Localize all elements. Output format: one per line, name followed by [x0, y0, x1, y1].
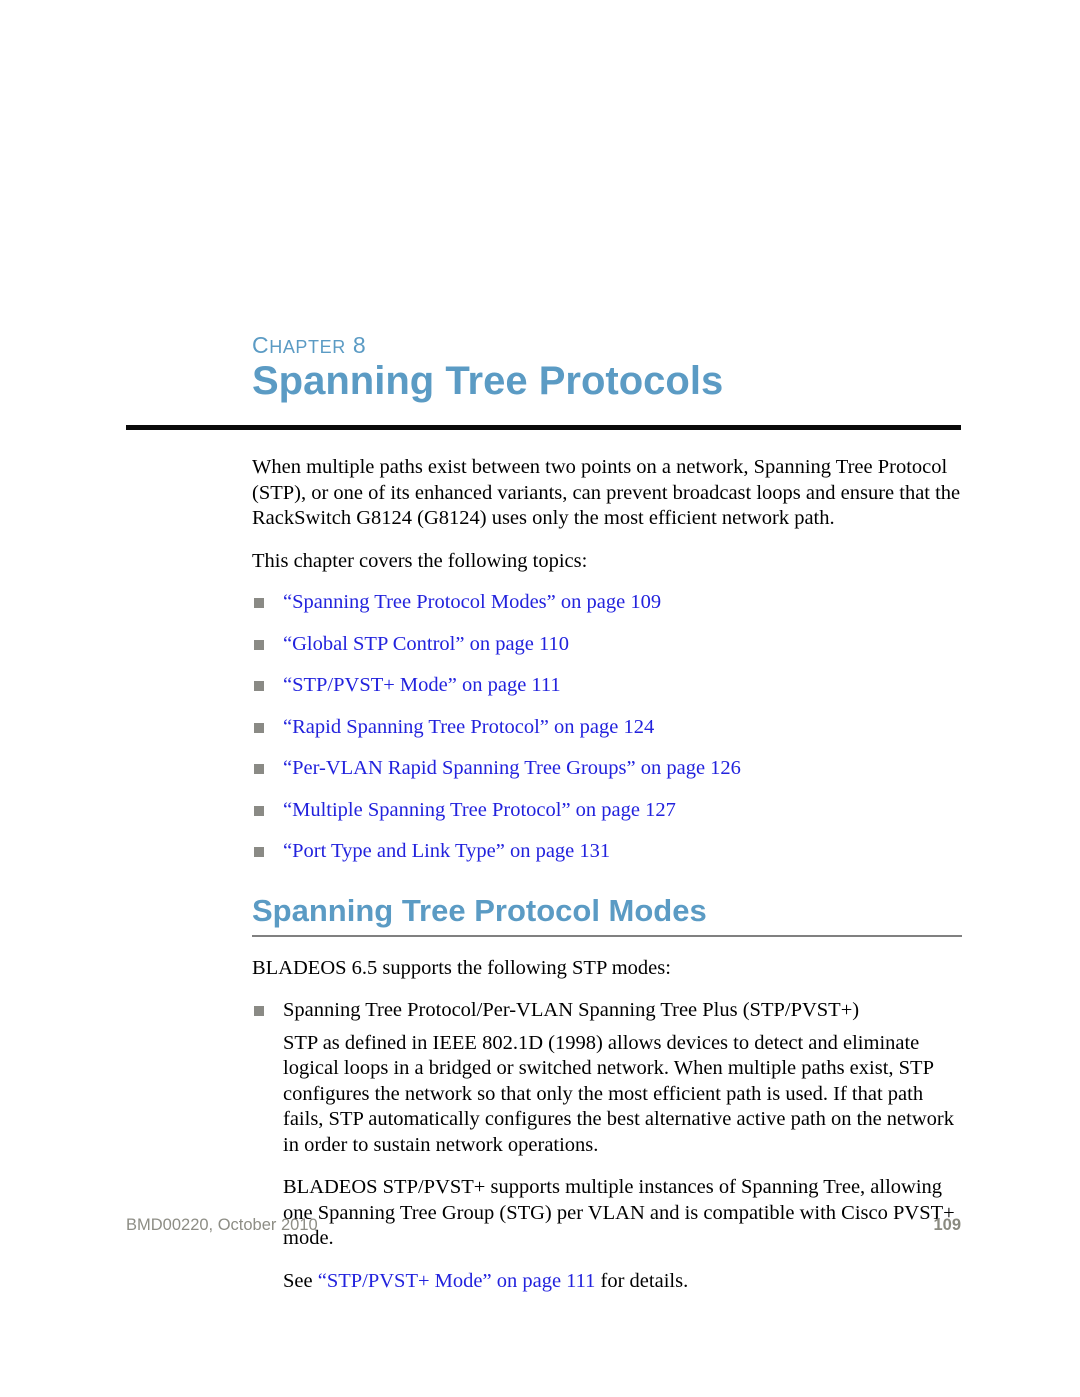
chapter-divider-rule: [126, 425, 961, 430]
topic-link[interactable]: “Port Type and Link Type” on page 131: [283, 840, 610, 862]
section-divider-rule: [252, 935, 962, 938]
topic-link[interactable]: “Rapid Spanning Tree Protocol” on page 1…: [283, 716, 654, 738]
square-bullet-icon: [254, 639, 264, 650]
page-number: 109: [933, 1216, 961, 1234]
see-reference-line: See “STP/PVST+ Mode” on page 111 for det…: [283, 1269, 962, 1295]
document-id: BMD00220, October 2010: [126, 1216, 318, 1234]
list-item[interactable]: “Rapid Spanning Tree Protocol” on page 1…: [252, 715, 962, 748]
list-item: Spanning Tree Protocol/Per-VLAN Spanning…: [252, 998, 962, 1031]
square-bullet-icon: [254, 847, 264, 857]
section-intro-paragraph: BLADEOS 6.5 supports the following STP m…: [252, 957, 671, 980]
list-item[interactable]: “Global STP Control” on page 110: [252, 632, 962, 665]
section-body: BLADEOS 6.5 supports the following STP m…: [252, 956, 962, 1294]
square-bullet-icon: [254, 722, 264, 733]
square-bullet-icon: [254, 681, 264, 691]
see-reference-link[interactable]: “STP/PVST+ Mode” on page 111: [318, 1270, 596, 1292]
stp-modes-list: Spanning Tree Protocol/Per-VLAN Spanning…: [252, 998, 962, 1031]
list-item[interactable]: “Multiple Spanning Tree Protocol” on pag…: [252, 798, 962, 831]
page-footer: BMD00220, October 2010 109: [126, 1216, 961, 1235]
square-bullet-icon: [254, 805, 264, 816]
intro-paragraph-2: This chapter covers the following topics…: [252, 549, 588, 572]
list-item[interactable]: “Port Type and Link Type” on page 131: [252, 839, 962, 872]
list-item[interactable]: “Per-VLAN Rapid Spanning Tree Groups” on…: [252, 756, 962, 789]
list-item[interactable]: “STP/PVST+ Mode” on page 111: [252, 673, 962, 706]
topic-link[interactable]: “Global STP Control” on page 110: [283, 633, 569, 655]
chapter-number: 8: [352, 332, 367, 358]
topic-link[interactable]: “Multiple Spanning Tree Protocol” on pag…: [283, 799, 676, 821]
section-paragraph-2: BLADEOS STP/PVST+ supports multiple inst…: [283, 1176, 955, 1250]
section-paragraph-1: STP as defined in IEEE 802.1D (1998) all…: [283, 1031, 954, 1156]
chapter-eyebrow: CHAPTER 8: [252, 334, 962, 357]
topic-link[interactable]: “STP/PVST+ Mode” on page 111: [283, 674, 561, 696]
page-content: When multiple paths exist between two po…: [252, 455, 962, 1311]
stp-mode-label: Spanning Tree Protocol/Per-VLAN Spanning…: [283, 998, 860, 1021]
intro-paragraph-1: When multiple paths exist between two po…: [252, 456, 961, 529]
square-bullet-icon: [254, 764, 264, 774]
list-item[interactable]: “Spanning Tree Protocol Modes” on page 1…: [252, 590, 962, 623]
topics-list: “Spanning Tree Protocol Modes” on page 1…: [252, 590, 962, 872]
document-page: CHAPTER 8 Spanning Tree Protocols When m…: [0, 0, 1080, 1397]
chapter-title: Spanning Tree Protocols: [252, 359, 724, 403]
section-detail-block: STP as defined in IEEE 802.1D (1998) all…: [283, 1031, 962, 1295]
topic-link[interactable]: “Per-VLAN Rapid Spanning Tree Groups” on…: [283, 757, 741, 779]
see-suffix: for details.: [595, 1269, 689, 1292]
see-prefix: See: [283, 1269, 318, 1292]
section-title: Spanning Tree Protocol Modes: [252, 893, 707, 928]
square-bullet-icon: [254, 598, 264, 608]
chapter-header: CHAPTER 8 Spanning Tree Protocols: [252, 334, 962, 403]
chapter-eyebrow-initial: C: [252, 332, 270, 358]
topic-link[interactable]: “Spanning Tree Protocol Modes” on page 1…: [283, 591, 661, 613]
square-bullet-icon: [254, 1005, 264, 1016]
chapter-eyebrow-rest: HAPTER: [269, 337, 346, 357]
